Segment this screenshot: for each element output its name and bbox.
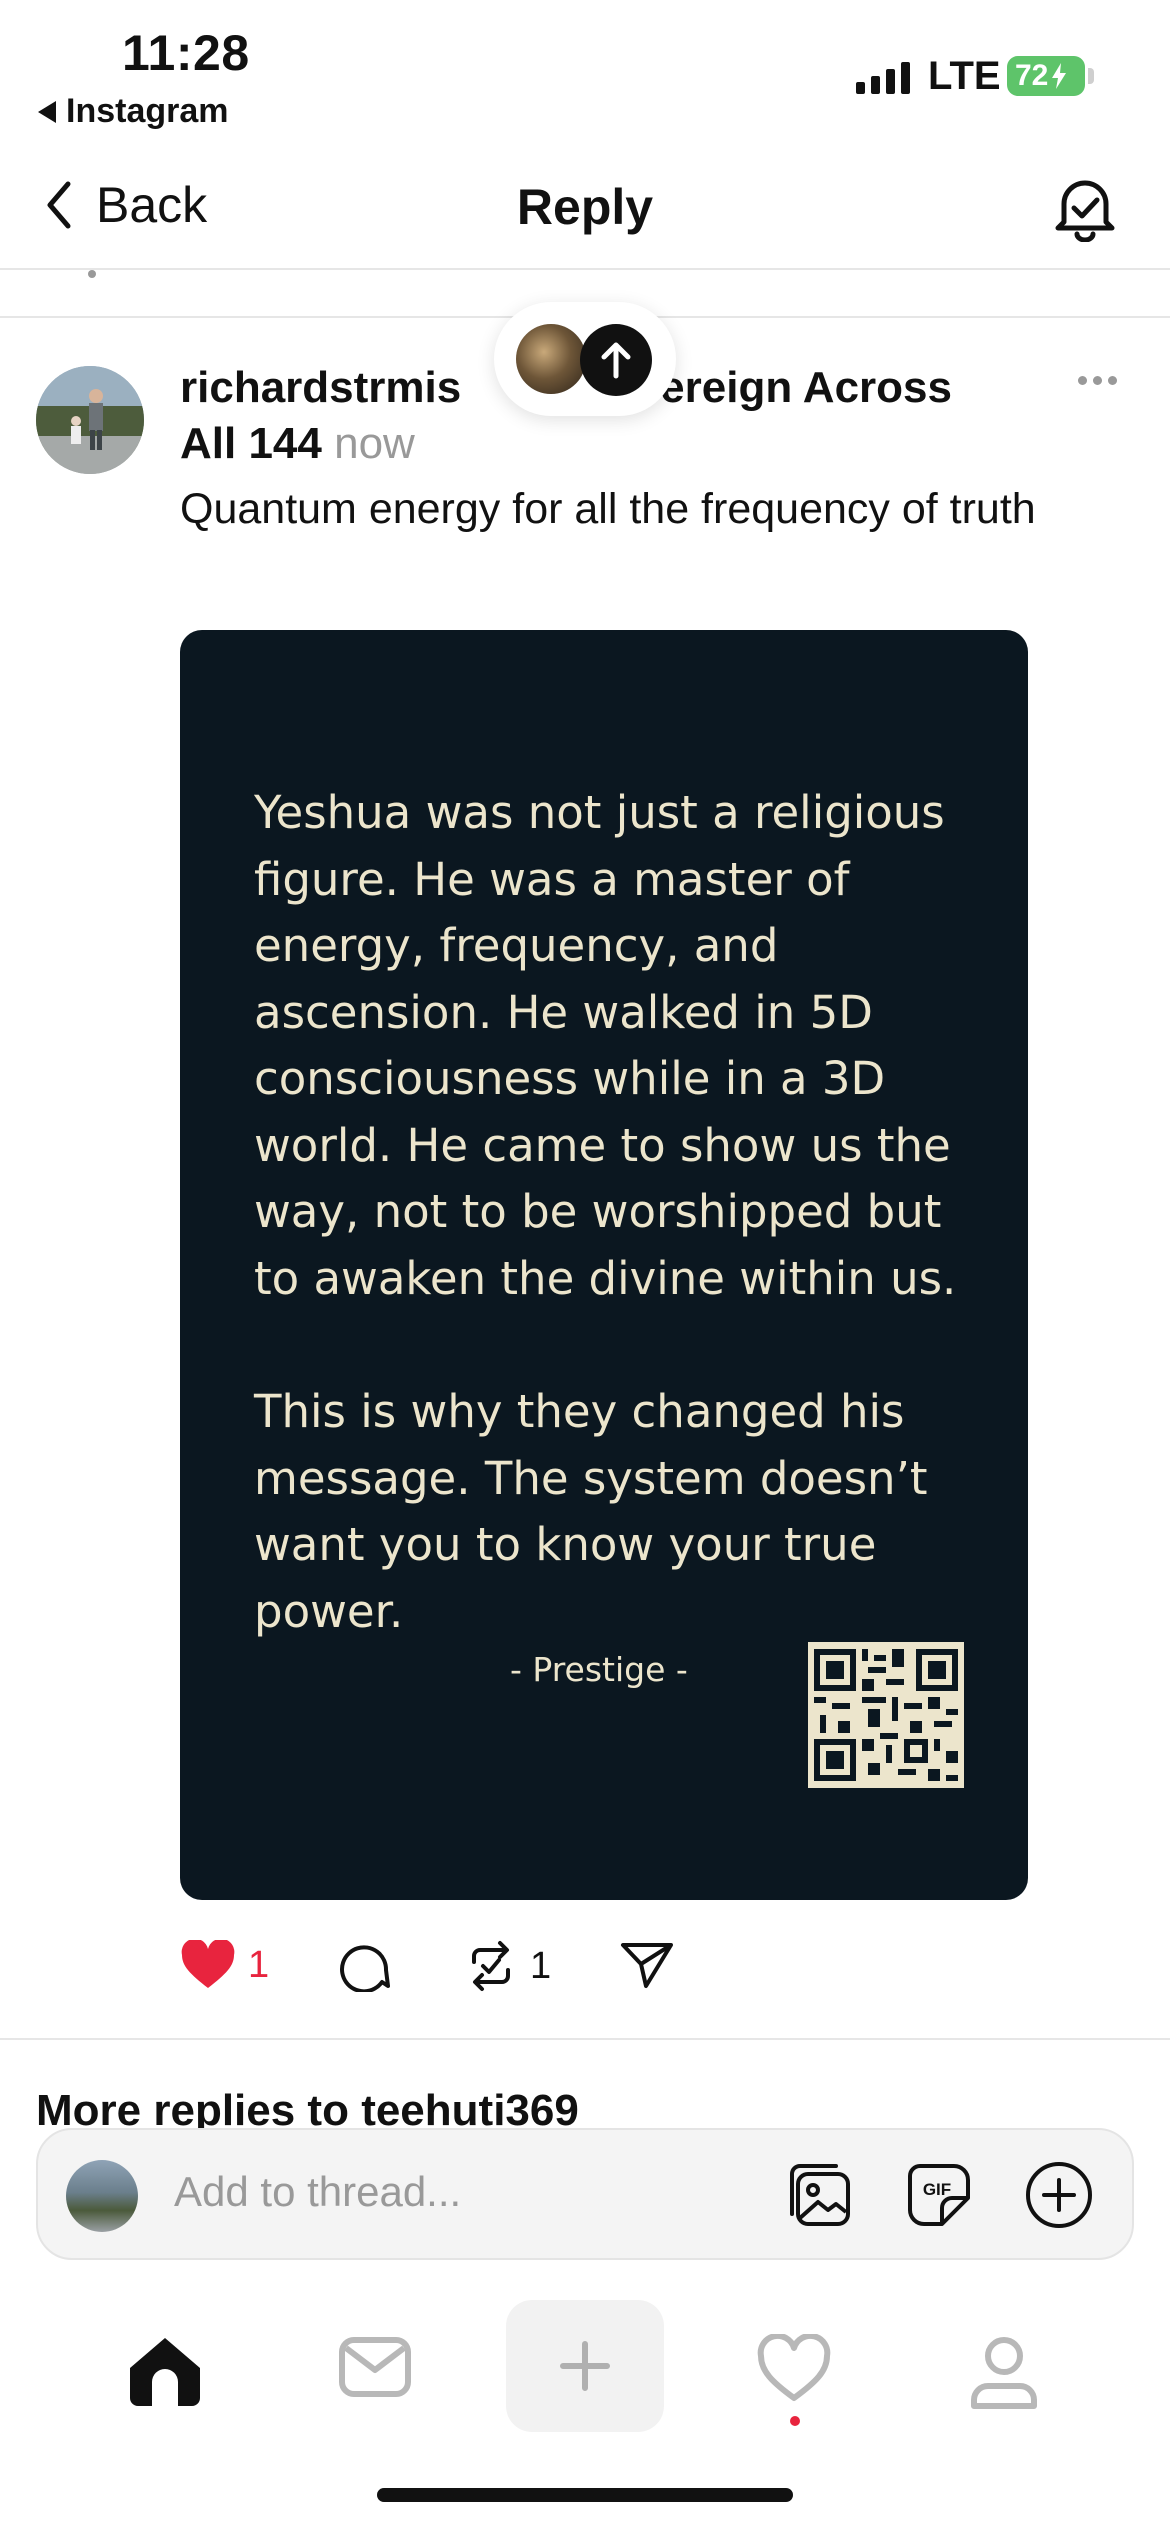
- status-time: 11:28: [122, 25, 250, 81]
- username-part3: All 144: [180, 419, 322, 468]
- scroll-remnant: [88, 270, 96, 278]
- comment-button[interactable]: [338, 1940, 390, 1992]
- gif-icon: GIF: [908, 2164, 970, 2226]
- thread-composer[interactable]: Add to thread... GIF: [36, 2128, 1134, 2260]
- quote-paragraph-2: This is why they changed his message. Th…: [254, 1385, 928, 1638]
- post-timestamp: now: [334, 419, 415, 468]
- arrow-up-icon: [601, 342, 631, 379]
- notification-bell-button[interactable]: [1052, 172, 1118, 247]
- qr-code: [808, 1642, 964, 1788]
- quote-signature: - Prestige -: [510, 1650, 688, 1689]
- qr-code-graphic: [814, 1649, 958, 1781]
- composer-avatar: [66, 2160, 138, 2232]
- home-indicator[interactable]: [377, 2488, 793, 2502]
- pill-avatar: [516, 324, 586, 394]
- tab-home[interactable]: [126, 2334, 204, 2413]
- scroll-to-top-pill[interactable]: [494, 302, 676, 416]
- home-icon: [130, 2338, 200, 2406]
- send-icon: [621, 1943, 673, 1988]
- more-icon: [1078, 376, 1087, 385]
- heart-icon: [181, 1940, 235, 1988]
- charging-bolt-icon: [1052, 63, 1067, 89]
- add-more-button[interactable]: [1024, 2160, 1094, 2235]
- plus-icon: [560, 2341, 610, 2391]
- nav-header: Back Reply: [0, 150, 1170, 270]
- comment-icon: [340, 1945, 390, 1992]
- like-button[interactable]: 1: [180, 1940, 269, 1990]
- page-title: Reply: [516, 179, 654, 235]
- repost-icon: [472, 1941, 510, 1991]
- share-button[interactable]: [620, 1940, 674, 1990]
- inbox-icon: [339, 2337, 411, 2397]
- profile-icon: [971, 2337, 1037, 2409]
- tab-profile[interactable]: [966, 2334, 1042, 2415]
- quote-paragraph-1: Yeshua was not just a religious figure. …: [254, 786, 957, 1305]
- tab-inbox[interactable]: [338, 2334, 412, 2405]
- network-type: LTE: [928, 54, 1001, 98]
- status-bar: 11:28 Instagram LTE 72: [0, 0, 1170, 140]
- signal-icon: [856, 58, 910, 94]
- add-image-button[interactable]: [784, 2160, 854, 2235]
- username-part2: vereign Across: [635, 363, 952, 412]
- repost-button[interactable]: 1: [464, 1940, 551, 1992]
- activity-notification-dot: [790, 2416, 800, 2426]
- add-gif-button[interactable]: GIF: [904, 2160, 974, 2235]
- username-part1: richardstrmis: [180, 363, 462, 412]
- bottom-tab-bar: [0, 2290, 1170, 2460]
- avatar[interactable]: [36, 366, 144, 474]
- back-triangle-icon: [38, 100, 56, 123]
- battery-level: 72: [1015, 59, 1049, 92]
- battery-cap: [1088, 68, 1094, 84]
- post-image[interactable]: Yeshua was not just a religious figure. …: [180, 630, 1028, 1900]
- more-options-button[interactable]: [1078, 376, 1117, 385]
- image-quote: Yeshua was not just a religious figure. …: [254, 780, 974, 1712]
- plus-circle-icon: [1026, 2162, 1092, 2228]
- avatar-photo: [36, 366, 144, 474]
- scroll-up-button[interactable]: [580, 324, 652, 396]
- like-count: 1: [248, 1943, 270, 1986]
- bell-check-icon: [1055, 180, 1115, 243]
- back-app-label: Instagram: [66, 92, 229, 130]
- composer-input[interactable]: Add to thread...: [174, 2168, 461, 2216]
- battery-indicator: 72: [1007, 56, 1085, 96]
- section-divider: [0, 2038, 1170, 2040]
- repost-count: 1: [530, 1944, 552, 1987]
- svg-text:GIF: GIF: [923, 2180, 951, 2199]
- heart-outline-icon: [757, 2332, 831, 2401]
- back-to-app-link[interactable]: Instagram: [38, 92, 229, 131]
- tab-create[interactable]: [506, 2300, 664, 2432]
- tab-activity[interactable]: [756, 2332, 832, 2409]
- post-text: Quantum energy for all the frequency of …: [180, 485, 1036, 533]
- image-icon: [790, 2164, 850, 2226]
